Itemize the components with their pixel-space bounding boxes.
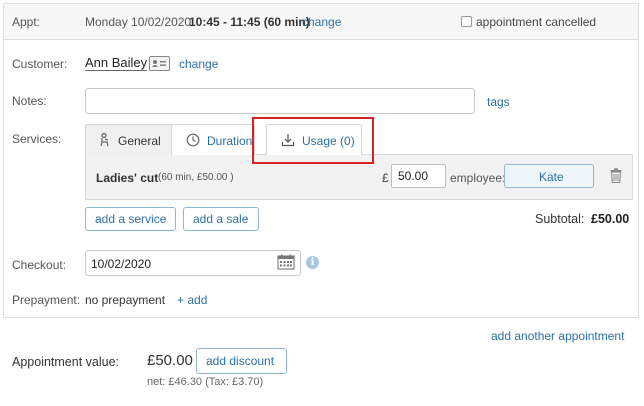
prepayment-value: no prepayment (85, 293, 166, 307)
add-discount-label[interactable]: add discount (206, 354, 274, 368)
tags-link[interactable]: tags (487, 95, 510, 109)
employee-label: employee: (450, 171, 506, 185)
checkout-date-value[interactable]: 10/02/2020 (91, 257, 151, 271)
tab-duration[interactable]: Duration (171, 124, 255, 155)
notes-label: Notes: (12, 94, 47, 108)
appointment-value-amount: £50.00 (147, 352, 193, 369)
clock-icon (186, 133, 200, 150)
appointment-time: 10:45 - 11:45 (60 min) (189, 15, 310, 29)
add-service-label[interactable]: add a service (95, 212, 166, 226)
trash-icon[interactable] (610, 168, 622, 186)
appointment-label: Appt: (12, 15, 41, 29)
add-prepayment-link[interactable]: + add (177, 293, 207, 307)
services-label: Services: (12, 132, 62, 146)
tab-duration-label: Duration (207, 134, 253, 148)
service-name: Ladies' cut (96, 171, 159, 185)
employee-name[interactable]: Kate (539, 170, 564, 184)
usage-tab-highlight (252, 117, 374, 164)
service-details: (60 min, £50.00 ) (158, 172, 234, 183)
currency-symbol: £ (382, 171, 389, 185)
tab-general[interactable]: General (85, 124, 173, 155)
checkout-label: Checkout: (12, 258, 67, 272)
net-tax-breakdown: net: £46.30 (Tax: £3.70) (147, 376, 264, 388)
add-sale-label[interactable]: add a sale (193, 212, 248, 226)
notes-input[interactable] (85, 88, 475, 114)
appointment-cancelled-checkbox[interactable] (461, 16, 472, 27)
tab-general-label: General (118, 134, 161, 148)
service-price-value[interactable]: 50.00 (398, 169, 428, 183)
subtotal-label: Subtotal: (535, 212, 585, 226)
contact-card-icon[interactable] (149, 56, 170, 71)
customer-label: Customer: (12, 57, 68, 71)
add-another-appointment-link[interactable]: add another appointment (491, 329, 624, 343)
appointment-cancelled-label[interactable]: appointment cancelled (476, 15, 596, 29)
appointment-date: Monday 10/02/2020 (85, 15, 192, 29)
calendar-icon[interactable] (277, 254, 295, 273)
info-icon[interactable]: i (306, 256, 319, 269)
change-customer-link[interactable]: change (179, 57, 218, 71)
customer-name-link[interactable]: Ann Bailey (85, 55, 148, 71)
subtotal-value: £50.00 (591, 212, 630, 226)
change-appointment-link[interactable]: change (302, 15, 341, 29)
prepayment-label: Prepayment: (12, 293, 81, 307)
person-chair-icon (98, 132, 112, 150)
appointment-value-label: Appointment value: (12, 355, 120, 369)
